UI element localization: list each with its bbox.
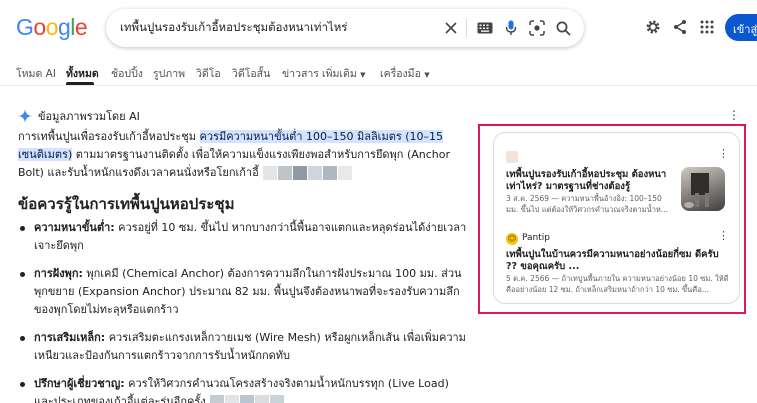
source-name: Pantip xyxy=(522,233,550,243)
ai-overview-header: ข้อมูลภาพรวมโดย AI xyxy=(18,107,140,125)
blurred-link-preview[interactable] xyxy=(262,166,353,180)
source-snippet: 3 ส.ค. 2569 — ความหนาพื้นอ้างอิง: 100–15… xyxy=(506,194,668,214)
tab-short-videos[interactable]: วิดีโอสั้น xyxy=(232,65,270,82)
list-item: การฝังพุก: พุกเคมี (Chemical Anchor) ต้อ… xyxy=(18,265,470,319)
tab-images[interactable]: รูปภาพ xyxy=(153,65,185,82)
chevron-down-icon: ▼ xyxy=(360,71,366,79)
ai-overview-label: ข้อมูลภาพรวมโดย AI xyxy=(38,110,140,123)
microphone-icon[interactable] xyxy=(502,19,520,37)
tab-tools-label: เครื่องมือ xyxy=(380,68,421,80)
logo-letter: o xyxy=(45,14,59,40)
ai-sparkle-icon xyxy=(18,109,32,123)
apps-grid-icon[interactable] xyxy=(697,17,717,37)
list-item-title: การเสริมเหล็ก: xyxy=(34,331,106,344)
list-item-title: ปรึกษาผู้เชี่ยวชาญ: xyxy=(34,377,125,390)
list-item-title: การฝังพุก: xyxy=(34,267,83,280)
tab-more-label: เพิ่มเติม xyxy=(322,68,357,80)
chevron-down-icon: ▼ xyxy=(424,71,430,79)
search-input[interactable]: เทพื้นปูนรองรับเก้าอี้หอประชุมต้องหนาเท่… xyxy=(120,19,347,37)
list-item: ปรึกษาผู้เชี่ยวชาญ: ควรให้วิศวกรคำนวณโคร… xyxy=(18,375,470,403)
share-icon[interactable] xyxy=(670,17,690,37)
source-favicon xyxy=(506,151,518,163)
tab-news[interactable]: ข่าวสาร xyxy=(282,65,319,82)
section-title: ข้อควรรู้ในการเทพื้นปูนหอประชุม xyxy=(18,195,235,213)
ai-overview-intro: การเทพื้นปูนเพื่อรองรับเก้าอี้หอประชุม ค… xyxy=(18,128,468,182)
logo-letter: e xyxy=(74,14,88,40)
source-title-link[interactable]: เทพื้นปูนในบ้านควรมีความหนาอย่างน้อยกี่ซ… xyxy=(506,249,728,273)
search-tabs: โหมด AI ทั้งหมด ช้อปปิ้ง รูปภาพ วิดีโอ ว… xyxy=(0,62,757,84)
list-item-title: ความหนาขั้นต่ำ: xyxy=(34,221,115,234)
intro-text: การเทพื้นปูนเพื่อรองรับเก้าอี้หอประชุม xyxy=(18,130,200,143)
tabs-divider xyxy=(0,85,757,86)
list-item: การเสริมเหล็ก: ควรเสริมตะแกรงเหล็กวายเมช… xyxy=(18,329,470,365)
lens-camera-icon[interactable] xyxy=(528,19,546,37)
keyboard-icon[interactable] xyxy=(476,19,494,37)
logo-letter: o xyxy=(33,14,46,40)
sources-card: ⋮ เทพื้นปูนรองรับเก้าอี้หอประชุม ต้องหนา… xyxy=(493,132,740,304)
tab-videos[interactable]: วิดีโอ xyxy=(196,65,221,82)
search-divider xyxy=(466,19,467,37)
intro-text-after: ตามมาตรฐานงานติดตั้ง เพื่อให้ความแข็งแรง… xyxy=(18,148,450,179)
sign-in-button[interactable]: เข้าสู่ระบบ xyxy=(725,14,757,41)
logo-letter: G xyxy=(16,14,34,40)
tab-more[interactable]: เพิ่มเติม ▼ xyxy=(322,65,366,82)
tab-shopping[interactable]: ช้อปปิ้ง xyxy=(111,65,143,82)
tab-all[interactable]: ทั้งหมด xyxy=(66,65,99,82)
source-menu-icon[interactable]: ⋮ xyxy=(718,147,729,160)
list-item-text: พุกเคมี (Chemical Anchor) ต้องการความลึก… xyxy=(34,267,462,316)
blurred-link-preview[interactable] xyxy=(209,395,285,403)
google-logo[interactable]: Google xyxy=(16,14,88,41)
list-item: ความหนาขั้นต่ำ: ควรอยู่ที่ 10 ซม. ขึ้นไป… xyxy=(18,219,470,255)
clear-icon[interactable] xyxy=(442,19,460,37)
pantip-favicon: ☺ xyxy=(506,233,518,245)
source-snippet: 5 ต.ค. 2566 — ถ้าเทปูนพื้นภายใน ความหนาอ… xyxy=(506,274,729,294)
search-box[interactable]: เทพื้นปูนรองรับเก้าอี้หอประชุมต้องหนาเท่… xyxy=(106,9,584,47)
settings-gear-icon[interactable] xyxy=(643,17,663,37)
source-title-link[interactable]: เทพื้นปูนรองรับเก้าอี้หอประชุม ต้องหนาเท… xyxy=(506,169,674,193)
search-icon[interactable] xyxy=(554,19,572,37)
source-menu-icon[interactable]: ⋮ xyxy=(718,229,729,242)
logo-letter: g xyxy=(57,14,71,40)
more-options-icon[interactable]: ⋮ xyxy=(728,108,740,122)
tips-list: ความหนาขั้นต่ำ: ควรอยู่ที่ 10 ซม. ขึ้นไป… xyxy=(18,219,470,403)
tab-ai-mode[interactable]: โหมด AI xyxy=(16,65,56,82)
tab-tools[interactable]: เครื่องมือ ▼ xyxy=(380,65,430,82)
source-thumbnail[interactable] xyxy=(681,167,725,211)
